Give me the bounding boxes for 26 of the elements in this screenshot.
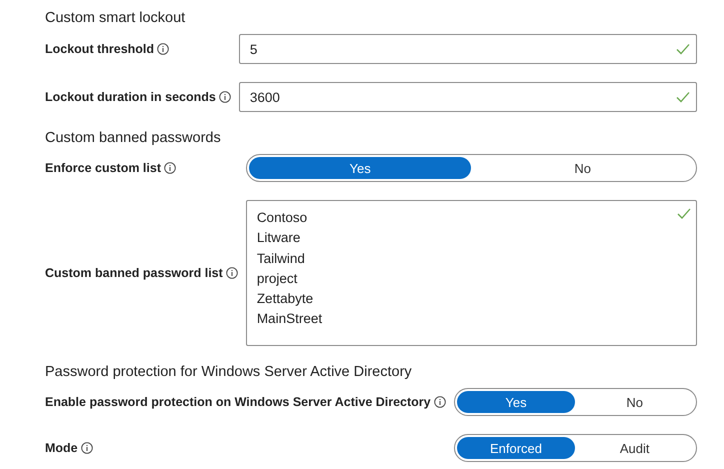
field-label: Enforce custom list — [45, 161, 161, 175]
section-heading: Custom banned passwords — [45, 130, 222, 146]
info-icon[interactable] — [434, 396, 446, 408]
text-field[interactable]: 3600 — [238, 82, 697, 112]
info-icon[interactable] — [80, 442, 93, 454]
field-label: Lockout threshold — [45, 42, 154, 56]
info-icon[interactable] — [218, 91, 231, 103]
toggle-option[interactable]: Yes — [248, 157, 472, 179]
toggle-option[interactable]: Enforced — [456, 437, 576, 459]
toggle-option[interactable]: No — [471, 157, 694, 179]
toggle-option[interactable]: Yes — [456, 391, 576, 413]
info-icon[interactable] — [157, 43, 170, 55]
field-label: Enable password protection on Windows Server Active Directory — [45, 395, 431, 409]
text-field[interactable]: 5 — [238, 34, 697, 64]
field-value: 5 — [250, 42, 258, 56]
field-label: Lockout duration in seconds — [45, 90, 216, 104]
info-icon[interactable] — [164, 162, 176, 174]
section-heading: Custom smart lockout — [45, 10, 186, 26]
info-icon[interactable] — [226, 267, 238, 279]
toggle-option[interactable]: No — [575, 391, 694, 413]
field-label: Custom banned password list — [45, 266, 223, 280]
toggle-option[interactable]: Audit — [575, 437, 694, 459]
field-value: 3600 — [250, 90, 280, 104]
field-label: Mode — [45, 441, 78, 455]
password-list-field[interactable]: Contoso Litware Tailwind project Zettabyte MainStreet — [246, 200, 697, 346]
section-heading: Password protection for Windows Server Active Directory — [45, 364, 413, 380]
